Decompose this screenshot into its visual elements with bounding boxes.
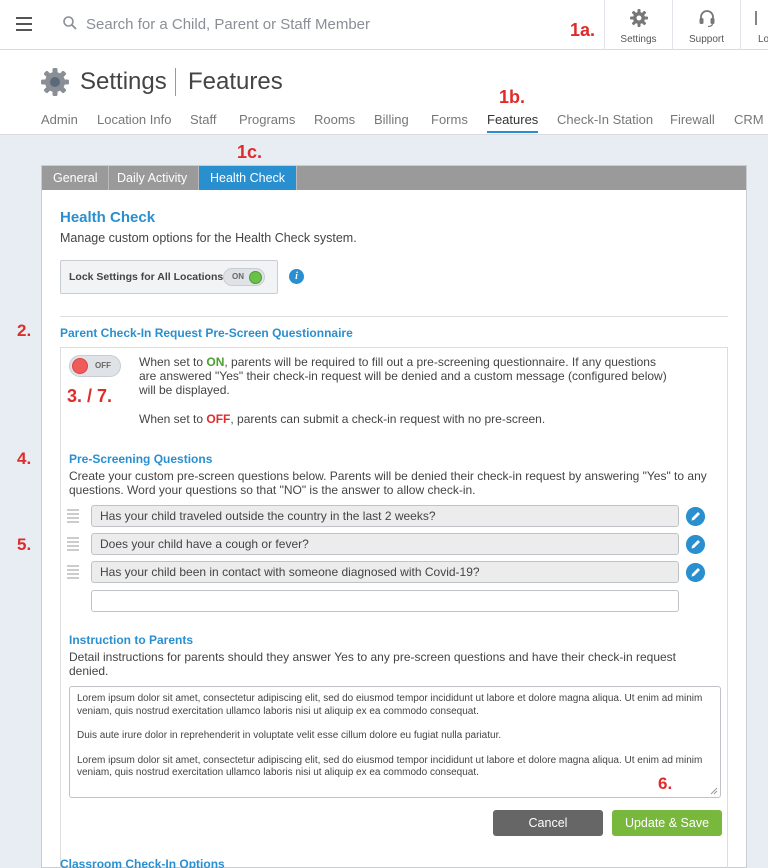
prescreen-title: Parent Check-In Request Pre-Screen Quest… bbox=[60, 326, 353, 340]
annotation-1a: 1a. bbox=[570, 20, 596, 40]
tab-programs[interactable]: Programs bbox=[239, 112, 295, 127]
drag-handle-icon[interactable] bbox=[67, 537, 79, 551]
on-word: ON bbox=[206, 355, 225, 369]
features-card: General Daily Activity Health Check Heal… bbox=[41, 165, 747, 868]
toggle-on-label: ON bbox=[232, 272, 244, 281]
settings-header: Settings Features 1b. Admin Location Inf… bbox=[0, 50, 768, 135]
annotation-1b: 1b. bbox=[499, 87, 526, 107]
drag-handle-icon[interactable] bbox=[67, 509, 79, 523]
instructions-textarea[interactable]: Lorem ipsum dolor sit amet, consectetur … bbox=[69, 686, 721, 798]
off-prefix: When set to bbox=[139, 412, 207, 426]
support-label: Support bbox=[688, 34, 725, 45]
support-button[interactable]: Support bbox=[672, 0, 740, 50]
edit-pencil-icon[interactable] bbox=[686, 507, 705, 526]
toggle-off-label: OFF bbox=[95, 361, 111, 370]
annotation-3-7: 3. / 7. bbox=[67, 386, 113, 406]
question-field[interactable]: Has your child traveled outside the coun… bbox=[91, 505, 679, 527]
questions-description: Create your custom pre-screen questions … bbox=[69, 469, 707, 497]
resize-grip-icon[interactable] bbox=[710, 787, 718, 795]
off-rest: , parents can submit a check-in request … bbox=[230, 412, 546, 426]
annotation-4: 4. bbox=[17, 449, 32, 468]
on-prefix: When set to bbox=[139, 355, 207, 369]
update-save-button[interactable]: Update & Save bbox=[612, 810, 722, 836]
cancel-button[interactable]: Cancel bbox=[493, 810, 603, 836]
search-input[interactable] bbox=[86, 12, 526, 36]
tab-forms[interactable]: Forms bbox=[431, 112, 468, 127]
drag-handle-icon[interactable] bbox=[67, 565, 79, 579]
question-row: Has your child been in contact with some… bbox=[67, 561, 707, 583]
annotation-2: 2. bbox=[17, 321, 32, 340]
top-bar: 1a. Settings Support Lo bbox=[0, 0, 768, 50]
health-check-title: Health Check bbox=[60, 209, 156, 226]
tab-firewall[interactable]: Firewall bbox=[670, 112, 715, 127]
tab-location-info[interactable]: Location Info bbox=[97, 112, 171, 127]
info-icon[interactable]: i bbox=[289, 269, 304, 284]
page-title: Settings bbox=[80, 68, 167, 95]
headset-icon bbox=[699, 10, 714, 28]
logout-label: Lo bbox=[758, 34, 768, 45]
subtab-daily-activity[interactable]: Daily Activity bbox=[106, 166, 200, 190]
divider bbox=[60, 316, 728, 317]
tab-rooms[interactable]: Rooms bbox=[314, 112, 355, 127]
instructions-paragraph: Duis aute irure dolor in reprehenderit i… bbox=[77, 730, 502, 741]
question-field[interactable]: Does your child have a cough or fever? bbox=[91, 533, 679, 555]
new-question-row bbox=[67, 590, 707, 612]
menu-icon[interactable] bbox=[16, 17, 32, 31]
questions-title: Pre-Screening Questions bbox=[69, 452, 213, 466]
annotation-1c: 1c. bbox=[237, 142, 263, 162]
question-row: Has your child traveled outside the coun… bbox=[67, 505, 707, 527]
instructions-description: Detail instructions for parents should t… bbox=[69, 650, 677, 678]
tab-crm[interactable]: CRM bbox=[734, 112, 764, 127]
classroom-check-in-title: Classroom Check-In Options bbox=[60, 857, 225, 868]
search-icon bbox=[63, 16, 77, 30]
logout-button[interactable]: Lo bbox=[740, 0, 768, 50]
edit-pencil-icon[interactable] bbox=[686, 535, 705, 554]
settings-button[interactable]: Settings bbox=[604, 0, 672, 50]
prescreen-on-text: When set to ON, parents will be required… bbox=[139, 355, 669, 397]
page-subtitle: Features bbox=[188, 68, 283, 95]
title-divider bbox=[175, 68, 176, 96]
tab-staff[interactable]: Staff bbox=[190, 112, 217, 127]
annotation-5: 5. bbox=[17, 535, 32, 554]
lock-settings-box: Lock Settings for All Locations ON bbox=[60, 260, 278, 294]
subtab-health-check[interactable]: Health Check bbox=[199, 166, 298, 190]
instructions-paragraph: Lorem ipsum dolor sit amet, consectetur … bbox=[77, 693, 703, 717]
off-word: OFF bbox=[206, 412, 231, 426]
settings-label: Settings bbox=[620, 34, 657, 45]
instructions-paragraph: Lorem ipsum dolor sit amet, consectetur … bbox=[77, 754, 703, 779]
question-field[interactable]: Has your child been in contact with some… bbox=[91, 561, 679, 583]
tab-admin[interactable]: Admin bbox=[41, 112, 78, 127]
subtab-bar: General Daily Activity Health Check bbox=[42, 166, 746, 190]
health-check-description: Manage custom options for the Health Che… bbox=[60, 231, 357, 245]
tab-features[interactable]: Features bbox=[487, 112, 539, 133]
lock-settings-toggle[interactable]: ON bbox=[223, 268, 265, 286]
tab-check-in-station[interactable]: Check-In Station bbox=[557, 112, 653, 127]
gear-icon bbox=[629, 9, 648, 27]
new-question-field[interactable] bbox=[91, 590, 679, 612]
prescreen-off-text: When set to OFF, parents can submit a ch… bbox=[139, 412, 669, 426]
tab-billing[interactable]: Billing bbox=[374, 112, 409, 127]
settings-gear-icon bbox=[41, 68, 69, 96]
toggle-knob bbox=[72, 358, 88, 374]
instructions-title: Instruction to Parents bbox=[69, 633, 194, 647]
subtab-general[interactable]: General bbox=[42, 166, 110, 190]
lock-settings-label: Lock Settings for All Locations bbox=[69, 271, 224, 283]
prescreen-panel: OFF When set to ON, parents will be requ… bbox=[60, 347, 728, 868]
question-row: Does your child have a cough or fever? bbox=[67, 533, 707, 555]
toggle-knob bbox=[249, 271, 262, 284]
edit-pencil-icon[interactable] bbox=[686, 563, 705, 582]
logout-icon bbox=[755, 11, 757, 25]
prescreen-toggle[interactable]: OFF bbox=[69, 355, 121, 377]
annotation-6: 6. bbox=[658, 774, 673, 793]
